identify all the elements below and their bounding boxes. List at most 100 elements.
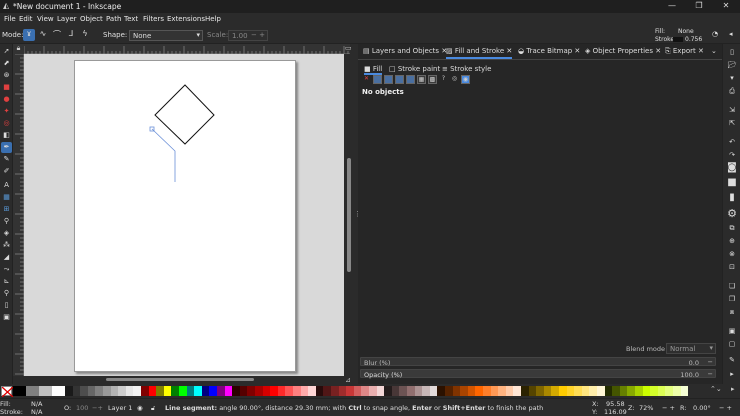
- minus-icon[interactable]: −: [708, 370, 713, 378]
- palette-swatch[interactable]: [429, 386, 438, 396]
- spray-tool-icon[interactable]: ⁂: [1, 240, 12, 251]
- lock-guides-icon[interactable]: 🔒︎: [13, 44, 24, 54]
- xml-editor-icon[interactable]: ✎: [726, 356, 738, 366]
- video-icon[interactable]: ■: [726, 177, 738, 188]
- pages-tool-icon[interactable]: ▯: [1, 300, 12, 311]
- shape-dropdown[interactable]: None ▾: [129, 30, 203, 41]
- diamond-shape[interactable]: [154, 84, 215, 145]
- calligraphy-tool-icon[interactable]: ✐: [1, 166, 12, 177]
- nonzero-rule-icon[interactable]: ◉: [461, 75, 470, 84]
- save-icon[interactable]: ▾: [726, 74, 738, 84]
- evenodd-rule-icon[interactable]: ◎: [450, 75, 459, 84]
- tab-fill-and-stroke[interactable]: ▨ Fill and Stroke ✕: [446, 47, 513, 59]
- palette-swatch[interactable]: [452, 386, 461, 396]
- palette-swatch[interactable]: [627, 386, 635, 396]
- box3d-tool-icon[interactable]: ◧: [1, 130, 12, 141]
- palette-swatch[interactable]: [361, 386, 369, 396]
- palette-swatch[interactable]: [528, 386, 537, 396]
- palette-swatch[interactable]: [194, 386, 202, 396]
- palette-swatch[interactable]: [384, 386, 392, 396]
- menu-text[interactable]: Text: [124, 15, 138, 23]
- palette-swatch[interactable]: [285, 386, 293, 396]
- palette-swatch[interactable]: [232, 386, 240, 396]
- eye-icon[interactable]: ◉: [137, 404, 143, 412]
- lock-icon[interactable]: 🔓︎: [151, 404, 155, 413]
- horizontal-scrollbar[interactable]: [24, 376, 354, 384]
- palette-swatch[interactable]: [574, 386, 582, 396]
- lpe-tool-icon[interactable]: ▣: [1, 312, 12, 323]
- palette-swatch[interactable]: [422, 386, 430, 396]
- maximize-button[interactable]: ❐: [692, 1, 706, 10]
- palette-swatch[interactable]: [521, 386, 529, 396]
- palette-swatch[interactable]: [125, 386, 134, 396]
- palette-swatch[interactable]: [13, 386, 26, 396]
- close-icon[interactable]: ✕: [506, 47, 512, 55]
- palette-swatch[interactable]: [619, 386, 628, 396]
- paint-bucket-tool-icon[interactable]: ◈: [1, 228, 12, 239]
- measure-tool-icon[interactable]: ⊾: [1, 276, 12, 287]
- palette-swatch[interactable]: [110, 386, 119, 396]
- palette-swatch[interactable]: [407, 386, 415, 396]
- palette-swatch[interactable]: [498, 386, 506, 396]
- palette-swatch[interactable]: [665, 386, 673, 396]
- palette-swatch[interactable]: [391, 386, 400, 396]
- palette-swatch[interactable]: [680, 386, 689, 396]
- page-icon[interactable]: ▮: [726, 192, 738, 203]
- palette-swatch[interactable]: [26, 386, 39, 396]
- rectangle-tool-icon[interactable]: ■: [1, 82, 12, 93]
- palette-swatch[interactable]: [247, 386, 255, 396]
- copy-icon[interactable]: ⧉: [726, 224, 738, 234]
- palette-swatch[interactable]: [95, 386, 103, 396]
- selector-tool-icon[interactable]: ➚: [1, 46, 12, 57]
- menu-object[interactable]: Object: [80, 15, 103, 23]
- palette-swatch[interactable]: [589, 386, 597, 396]
- ungroup-icon[interactable]: ▢: [726, 340, 738, 350]
- palette-swatch[interactable]: [300, 386, 309, 396]
- export-document-icon[interactable]: ⇱: [726, 119, 738, 129]
- palette-swatch[interactable]: [293, 386, 301, 396]
- radial-gradient-icon[interactable]: [395, 75, 404, 84]
- spiro-mode-icon[interactable]: ∿: [37, 29, 49, 41]
- palette-swatch[interactable]: [460, 386, 468, 396]
- group-icon[interactable]: ▣: [726, 327, 738, 337]
- palette-swatch[interactable]: [239, 386, 248, 396]
- menu-path[interactable]: Path: [106, 15, 121, 23]
- palette-swatch[interactable]: [80, 386, 88, 396]
- tab-export[interactable]: ⎘ Export ✕: [665, 47, 704, 56]
- drawing-canvas[interactable]: [24, 54, 344, 376]
- palette-swatch[interactable]: [52, 386, 65, 396]
- close-icon[interactable]: ✕: [698, 47, 704, 55]
- no-paint-icon[interactable]: ✕: [362, 75, 371, 84]
- palette-swatch[interactable]: [255, 386, 263, 396]
- layer-selector[interactable]: Layer 1: [108, 404, 132, 412]
- menu-view[interactable]: View: [37, 15, 54, 23]
- palette-swatch[interactable]: [163, 386, 172, 396]
- status-opacity-value[interactable]: 100: [76, 404, 88, 412]
- ellipse-tool-icon[interactable]: ●: [1, 94, 12, 105]
- palette-swatch[interactable]: [323, 386, 331, 396]
- paraxial-mode-icon[interactable]: ⅃: [65, 29, 77, 41]
- palette-swatch[interactable]: [353, 386, 362, 396]
- vertical-scroll-thumb[interactable]: [347, 158, 351, 272]
- palette-swatch[interactable]: [201, 386, 210, 396]
- palette-swatch[interactable]: [536, 386, 544, 396]
- close-icon[interactable]: ✕: [655, 47, 661, 55]
- palette-swatch[interactable]: [65, 386, 73, 396]
- bezier-mode-icon[interactable]: ɤ: [23, 29, 35, 41]
- palette-swatch[interactable]: [103, 386, 111, 396]
- menu-help[interactable]: Help: [205, 15, 221, 23]
- zoom-drawing-icon[interactable]: ⊗: [726, 250, 738, 260]
- palette-swatch[interactable]: [262, 386, 271, 396]
- palette-swatch[interactable]: [597, 386, 605, 396]
- palette-swatch[interactable]: [156, 386, 164, 396]
- node-tool-icon[interactable]: ⬈: [1, 58, 12, 69]
- duplicate-icon[interactable]: ❏: [726, 282, 738, 292]
- palette-swatch[interactable]: [604, 386, 613, 396]
- subtab-stroke-style[interactable]: ≡ Stroke style: [442, 65, 491, 73]
- zoom-value[interactable]: 72%: [639, 404, 653, 412]
- palette-swatch[interactable]: [650, 386, 658, 396]
- open-file-icon[interactable]: 📂︎: [726, 61, 738, 71]
- linear-gradient-icon[interactable]: [384, 75, 393, 84]
- star-tool-icon[interactable]: ✦: [1, 106, 12, 117]
- more-commands-icon[interactable]: ▸: [726, 370, 738, 380]
